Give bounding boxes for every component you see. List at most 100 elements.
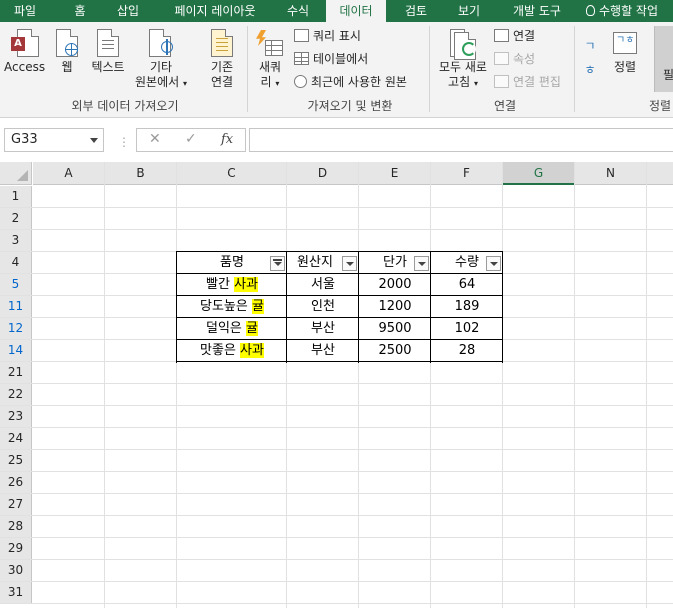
column-header-f[interactable]: F bbox=[431, 162, 503, 185]
filter-dropdown-icon[interactable] bbox=[486, 256, 501, 271]
table-header-cell[interactable]: 원산지 bbox=[287, 252, 343, 274]
filter-active-icon[interactable] bbox=[270, 256, 285, 271]
new-query-button[interactable]: 새쿼 리 ▾ bbox=[252, 28, 288, 91]
access-button[interactable]: A Access bbox=[4, 28, 45, 75]
formula-input[interactable] bbox=[249, 128, 673, 152]
row-header[interactable]: 29 bbox=[0, 538, 32, 560]
row-header[interactable]: 31 bbox=[0, 582, 32, 604]
filter-dropdown-icon[interactable] bbox=[342, 256, 357, 271]
select-all-button[interactable] bbox=[0, 162, 32, 185]
table-cell[interactable]: 1200 bbox=[359, 296, 431, 318]
other-sources-button[interactable]: 기타 원본에서 ▾ bbox=[134, 28, 188, 91]
name-box[interactable]: G33 bbox=[4, 128, 104, 152]
recent-sources-button[interactable]: 최근에 사용한 원본 bbox=[294, 73, 407, 91]
column-header-c[interactable]: C bbox=[177, 162, 287, 185]
new-query-label-1: 새쿼 bbox=[258, 60, 282, 74]
table-icon bbox=[294, 52, 309, 65]
text-button[interactable]: 텍스트 bbox=[88, 28, 128, 75]
column-header-d[interactable]: D bbox=[287, 162, 359, 185]
sort-az-button[interactable]: ㄱ ㅎ bbox=[580, 34, 600, 82]
chevron-down-icon[interactable] bbox=[90, 138, 98, 143]
tab-formulas[interactable]: 수식 bbox=[280, 0, 316, 22]
table-cell[interactable]: 부산 bbox=[287, 340, 359, 362]
dropdown-arrow-icon: ▾ bbox=[473, 79, 478, 88]
row-header-filtered[interactable]: 11 bbox=[0, 296, 32, 318]
table-cell[interactable]: 맛좋은 사과 bbox=[177, 340, 287, 362]
edit-links-button[interactable]: 연결 편집 bbox=[494, 73, 561, 91]
row-header-filtered[interactable]: 5 bbox=[0, 274, 32, 296]
row-header[interactable]: 27 bbox=[0, 494, 32, 516]
table-cell[interactable]: 9500 bbox=[359, 318, 431, 340]
group-label-get-transform: 가져오기 및 변환 bbox=[307, 99, 393, 113]
tell-me-search[interactable]: 수행할 작업 bbox=[586, 0, 673, 22]
tab-view[interactable]: 보기 bbox=[448, 0, 490, 22]
new-query-label-2: 리 ▾ bbox=[260, 75, 280, 89]
table-cell[interactable]: 64 bbox=[431, 274, 503, 296]
show-queries-button[interactable]: 쿼리 표시 bbox=[294, 27, 361, 45]
row-header[interactable]: 2 bbox=[0, 208, 32, 230]
tab-data[interactable]: 데이터 bbox=[326, 0, 386, 23]
sort-button[interactable]: ㄱㅎ 정렬 bbox=[606, 28, 644, 75]
existing-connections-button[interactable]: 기존 연결 bbox=[204, 28, 240, 90]
from-table-button[interactable]: 테이블에서 bbox=[294, 50, 368, 68]
row-header[interactable]: 3 bbox=[0, 230, 32, 252]
tab-page-layout[interactable]: 페이지 레이아웃 bbox=[160, 0, 270, 22]
row-header[interactable]: 30 bbox=[0, 560, 32, 582]
table-cell[interactable]: 2500 bbox=[359, 340, 431, 362]
column-header-g[interactable]: G bbox=[503, 162, 575, 185]
table-cell[interactable]: 102 bbox=[431, 318, 503, 340]
web-label: 웹 bbox=[61, 60, 73, 74]
table-cell[interactable]: 서울 bbox=[287, 274, 359, 296]
row-header[interactable]: 1 bbox=[0, 186, 32, 208]
table-cell[interactable]: 덜익은 귤 bbox=[177, 318, 287, 340]
table-cell[interactable]: 2000 bbox=[359, 274, 431, 296]
tab-review[interactable]: 검토 bbox=[396, 0, 436, 22]
row-header[interactable]: 23 bbox=[0, 406, 32, 428]
tab-developer[interactable]: 개발 도구 bbox=[500, 0, 574, 22]
table-cell[interactable]: 빨간 사과 bbox=[177, 274, 287, 296]
web-button[interactable]: 웹 bbox=[50, 28, 84, 75]
refresh-all-button[interactable]: 모두 새로 고침 ▾ bbox=[434, 28, 492, 91]
table-cell[interactable]: 189 bbox=[431, 296, 503, 318]
tab-home[interactable]: 홈 bbox=[62, 0, 98, 22]
row-header[interactable]: 22 bbox=[0, 384, 32, 406]
row-header[interactable]: 21 bbox=[0, 362, 32, 384]
column-header-a[interactable]: A bbox=[33, 162, 105, 185]
row-header-filtered[interactable]: 14 bbox=[0, 340, 32, 362]
column-header-b[interactable]: B bbox=[105, 162, 177, 185]
refresh-icon bbox=[448, 28, 478, 60]
existing-connections-icon bbox=[209, 28, 235, 58]
row-header[interactable]: 28 bbox=[0, 516, 32, 538]
row-header[interactable]: 4 bbox=[0, 252, 32, 274]
table-cell[interactable]: 인천 bbox=[287, 296, 359, 318]
web-globe-icon bbox=[54, 28, 80, 58]
tab-insert[interactable]: 삽입 bbox=[108, 0, 148, 22]
row-header[interactable]: 24 bbox=[0, 428, 32, 450]
sort-az-bottom: ㅎ bbox=[584, 63, 596, 77]
row-header-filtered[interactable]: 12 bbox=[0, 318, 32, 340]
tell-me-label: 수행할 작업 bbox=[599, 4, 659, 18]
row-header[interactable]: 26 bbox=[0, 472, 32, 494]
access-icon: A bbox=[11, 28, 39, 58]
tab-file[interactable]: 파일 bbox=[6, 0, 44, 22]
edit-links-label: 연결 편집 bbox=[513, 75, 561, 89]
refresh-all-label-1: 모두 새로 bbox=[439, 60, 487, 74]
filter-button[interactable]: 필 bbox=[654, 26, 673, 92]
filter-dropdown-icon[interactable] bbox=[414, 256, 429, 271]
column-header-next[interactable] bbox=[647, 162, 673, 185]
cancel-icon[interactable]: ✕ bbox=[149, 131, 161, 147]
clock-icon bbox=[294, 75, 307, 88]
table-cell[interactable]: 28 bbox=[431, 340, 503, 362]
enter-check-icon[interactable]: ✓ bbox=[185, 131, 197, 147]
column-header-e[interactable]: E bbox=[359, 162, 431, 185]
insert-function-icon[interactable]: fx bbox=[221, 132, 233, 147]
other-sources-label-1: 기타 bbox=[149, 60, 173, 74]
table-cell[interactable]: 부산 bbox=[287, 318, 359, 340]
name-box-value: G33 bbox=[11, 132, 38, 147]
column-header-n[interactable]: N bbox=[575, 162, 647, 185]
properties-button[interactable]: 속성 bbox=[494, 50, 535, 68]
formula-bar: G33 ⋮ ✕ ✓ fx bbox=[0, 123, 673, 159]
table-cell[interactable]: 당도높은 귤 bbox=[177, 296, 287, 318]
connections-button[interactable]: 연결 bbox=[494, 27, 535, 45]
row-header[interactable]: 25 bbox=[0, 450, 32, 472]
